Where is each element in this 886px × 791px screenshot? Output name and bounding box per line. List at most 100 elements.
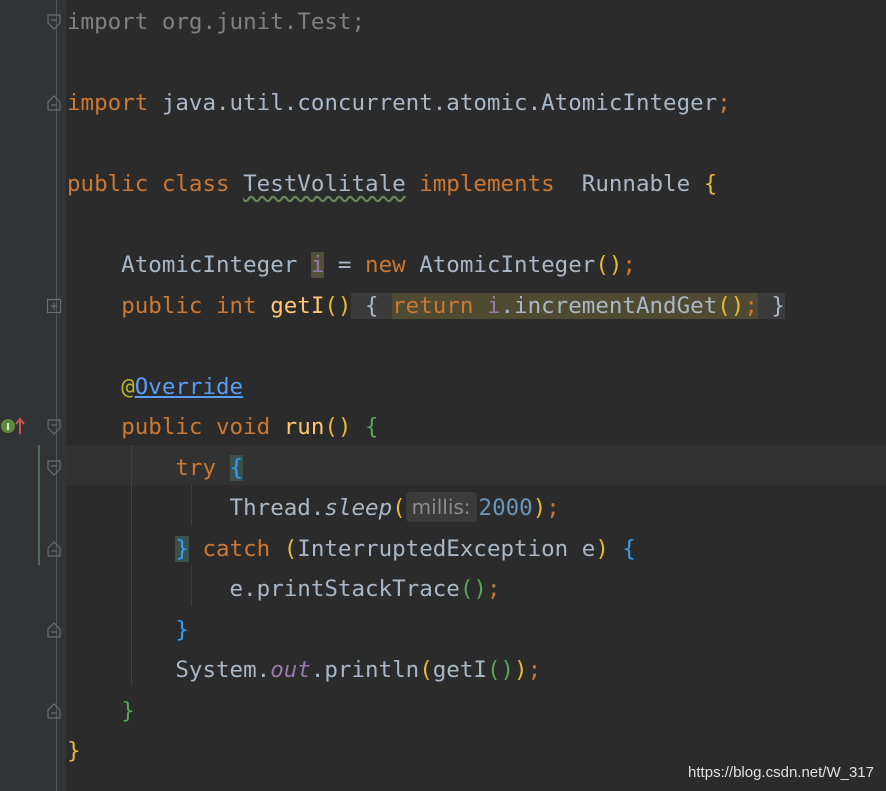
- code-token: import: [67, 9, 149, 35]
- code-token: public: [121, 292, 203, 319]
- code-line[interactable]: try {: [67, 448, 244, 488]
- code-token: ;: [527, 657, 542, 683]
- code-token: }: [121, 697, 135, 724]
- code-token: .incrementAndGet: [500, 292, 718, 319]
- code-token: int: [216, 292, 257, 319]
- code-token: java.util.concurrent.atomic.AtomicIntege…: [148, 90, 718, 116]
- code-token: (): [486, 657, 515, 683]
- code-token: ;: [486, 576, 501, 602]
- code-token: {: [365, 414, 379, 440]
- code-editor[interactable]: import org.junit.Test; import java.util.c…: [0, 0, 886, 791]
- code-token: org.junit.Test;: [148, 9, 366, 35]
- code-token: getI: [432, 657, 487, 683]
- code-token: 2000: [478, 495, 533, 521]
- fold-close-icon[interactable]: [46, 540, 62, 557]
- code-line[interactable]: }: [67, 691, 135, 731]
- parameter-hint: millis:: [405, 491, 477, 522]
- code-token: void: [216, 414, 271, 440]
- code-token: public: [67, 171, 149, 197]
- code-token: catch: [202, 535, 271, 562]
- code-token: (): [717, 292, 745, 319]
- code-token: [473, 292, 487, 319]
- code-line[interactable]: public void run() {: [67, 407, 379, 447]
- code-token: i: [310, 252, 325, 278]
- code-line[interactable]: AtomicInteger i = new AtomicInteger();: [67, 245, 636, 285]
- code-token: (): [324, 414, 352, 440]
- code-line[interactable]: }: [67, 610, 189, 650]
- code-line[interactable]: @Override: [67, 367, 243, 407]
- code-line[interactable]: import java.util.concurrent.atomic.Atomi…: [67, 83, 731, 123]
- code-token: AtomicInteger: [405, 252, 596, 278]
- code-line[interactable]: e.printStackTrace();: [67, 569, 501, 609]
- code-token: ): [532, 495, 547, 521]
- code-line[interactable]: import org.junit.Test;: [67, 2, 365, 42]
- code-line[interactable]: } catch (InterruptedException e) {: [67, 529, 636, 569]
- code-token: }: [175, 616, 189, 643]
- fold-close-icon[interactable]: [46, 621, 62, 638]
- code-token: return: [392, 292, 474, 319]
- code-token: ;: [546, 495, 560, 521]
- code-token: e.printStackTrace: [67, 576, 460, 602]
- fold-open-icon[interactable]: [46, 459, 62, 476]
- fold-expand-icon[interactable]: [46, 298, 62, 314]
- code-token: (: [283, 535, 298, 562]
- code-token: new: [365, 252, 406, 278]
- code-token: =: [324, 252, 366, 278]
- fold-close-icon[interactable]: [46, 702, 62, 719]
- code-token: (): [459, 576, 487, 602]
- code-token: {: [622, 535, 636, 562]
- code-token: Runnable: [554, 171, 704, 197]
- code-token: (): [595, 252, 623, 278]
- code-token: ;: [717, 90, 731, 116]
- code-token: }: [67, 738, 81, 764]
- code-token: (: [419, 657, 433, 683]
- code-token: {: [229, 454, 244, 481]
- code-token: }: [757, 292, 785, 319]
- code-line[interactable]: public int getI() { return i.incrementAn…: [67, 286, 785, 326]
- code-token: (): [324, 292, 352, 319]
- code-line[interactable]: System.out.println(getI());: [67, 650, 541, 690]
- code-token: InterruptedException e: [297, 535, 596, 562]
- watermark: https://blog.csdn.net/W_317: [688, 764, 874, 781]
- code-token: run: [283, 414, 325, 440]
- code-token: out: [270, 657, 311, 683]
- code-token: .println: [310, 657, 420, 683]
- code-token: ): [514, 657, 528, 683]
- code-line[interactable]: Thread.sleep(millis: 2000);: [67, 488, 560, 528]
- code-token: implements: [419, 171, 555, 197]
- code-token: AtomicInteger: [67, 252, 311, 278]
- fold-close-icon[interactable]: [46, 95, 62, 111]
- code-token: (: [392, 495, 406, 521]
- code-token: ): [595, 535, 609, 562]
- code-token: import: [67, 90, 149, 116]
- code-token: getI: [270, 292, 325, 319]
- code-token: Override: [134, 373, 244, 400]
- code-token: try: [175, 454, 217, 481]
- code-line[interactable]: public class TestVolitale implements Run…: [67, 164, 717, 204]
- code-token: {: [703, 171, 718, 197]
- code-token: Thread.: [67, 495, 325, 521]
- code-token: public: [121, 414, 203, 440]
- code-line[interactable]: }: [67, 731, 81, 771]
- fold-open-icon[interactable]: [46, 419, 62, 435]
- code-token: TestVolitale: [243, 171, 406, 197]
- code-token: sleep: [324, 495, 393, 521]
- fold-open-icon[interactable]: [46, 14, 62, 30]
- code-token: {: [351, 292, 393, 319]
- code-token: @: [121, 373, 135, 400]
